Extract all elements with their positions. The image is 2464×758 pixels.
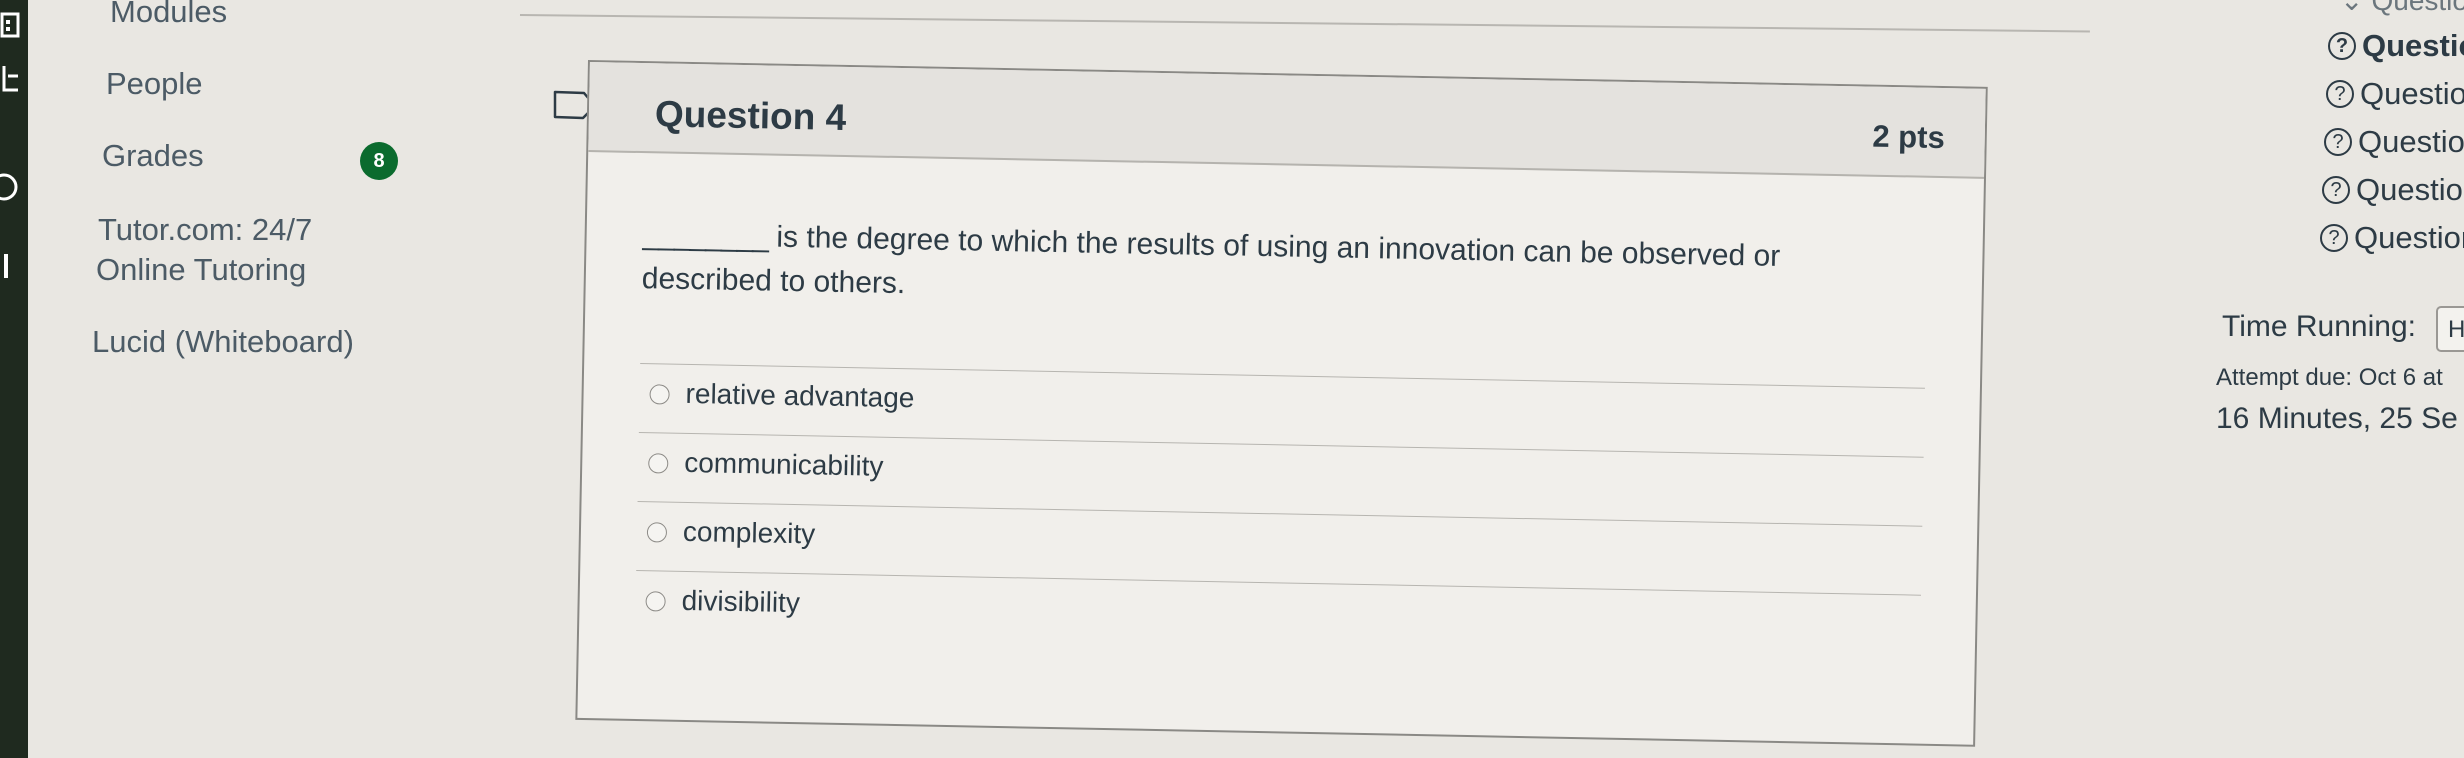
question-circle-icon: ?	[2322, 176, 2350, 204]
question-link[interactable]: ? Questior	[2320, 220, 2464, 256]
elapsed-time: 16 Minutes, 25 Se	[2216, 402, 2458, 435]
question-header: Question 4 2 pts	[588, 62, 1986, 179]
answer-label[interactable]: communicability	[684, 447, 884, 483]
radio-button[interactable]	[645, 591, 666, 612]
radio-button[interactable]	[649, 384, 670, 405]
question-link-label: Questior	[2356, 172, 2464, 207]
question-card: Question 4 2 pts ________ is the degree …	[575, 60, 1988, 747]
question-circle-icon: ?	[2320, 224, 2348, 252]
answer-list: relative advantage communicability compl…	[634, 363, 1925, 664]
question-circle-icon: ?	[2326, 80, 2354, 108]
question-link-label: Questior	[2358, 124, 2464, 159]
hide-timer-button[interactable]: H	[2436, 306, 2464, 352]
answer-label[interactable]: divisibility	[681, 585, 800, 619]
nav-tutor-line2[interactable]: Online Tutoring	[96, 252, 306, 288]
answer-label[interactable]: relative advantage	[685, 378, 914, 414]
question-link-label: Questior	[2362, 28, 2464, 63]
nav-lucid[interactable]: Lucid (Whiteboard)	[92, 324, 354, 360]
question-link-label: Questior	[2354, 220, 2464, 255]
inbox-icon[interactable]	[0, 62, 22, 96]
question-title: Question 4	[654, 93, 847, 138]
question-blank: ________	[642, 218, 769, 254]
timer-label: Time Running:	[2222, 310, 2416, 343]
question-circle-icon: ?	[2324, 128, 2352, 156]
question-text-line2: described to others.	[641, 262, 906, 301]
question-link-label: Questior	[2360, 76, 2464, 111]
answer-label[interactable]: complexity	[683, 516, 816, 551]
help-icon[interactable]	[0, 250, 22, 284]
question-text-line1: is the degree to which the results of us…	[767, 220, 1781, 273]
nav-modules[interactable]: Modules	[110, 0, 227, 30]
question-text: ________ is the degree to which the resu…	[641, 213, 1842, 324]
nav-grades[interactable]: Grades	[102, 138, 204, 174]
question-link[interactable]: ? Questior	[2328, 28, 2464, 64]
question-link[interactable]: ? Questior	[2322, 172, 2464, 208]
nav-tutor-line1[interactable]: Tutor.com: 24/7	[98, 212, 312, 248]
question-link[interactable]: ? Questior	[2326, 76, 2464, 112]
chevron-down-icon: ⌄	[2340, 0, 2364, 16]
question-link-label: Questior	[2371, 0, 2464, 16]
history-icon[interactable]	[0, 170, 22, 204]
question-circle-icon: ?	[2328, 32, 2356, 60]
grades-badge: 8	[360, 142, 398, 180]
nav-people[interactable]: People	[106, 66, 203, 102]
attempt-due: Attempt due: Oct 6 at	[2216, 364, 2443, 391]
question-link[interactable]: ? Questior	[2324, 124, 2464, 160]
radio-button[interactable]	[648, 453, 669, 474]
content-divider	[519, 14, 2090, 33]
global-nav	[0, 0, 28, 758]
question-points: 2 pts	[1872, 118, 1946, 156]
radio-button[interactable]	[646, 522, 668, 543]
question-link-partial[interactable]: ⌄ Questior	[2340, 0, 2464, 17]
calendar-icon[interactable]	[0, 8, 22, 42]
